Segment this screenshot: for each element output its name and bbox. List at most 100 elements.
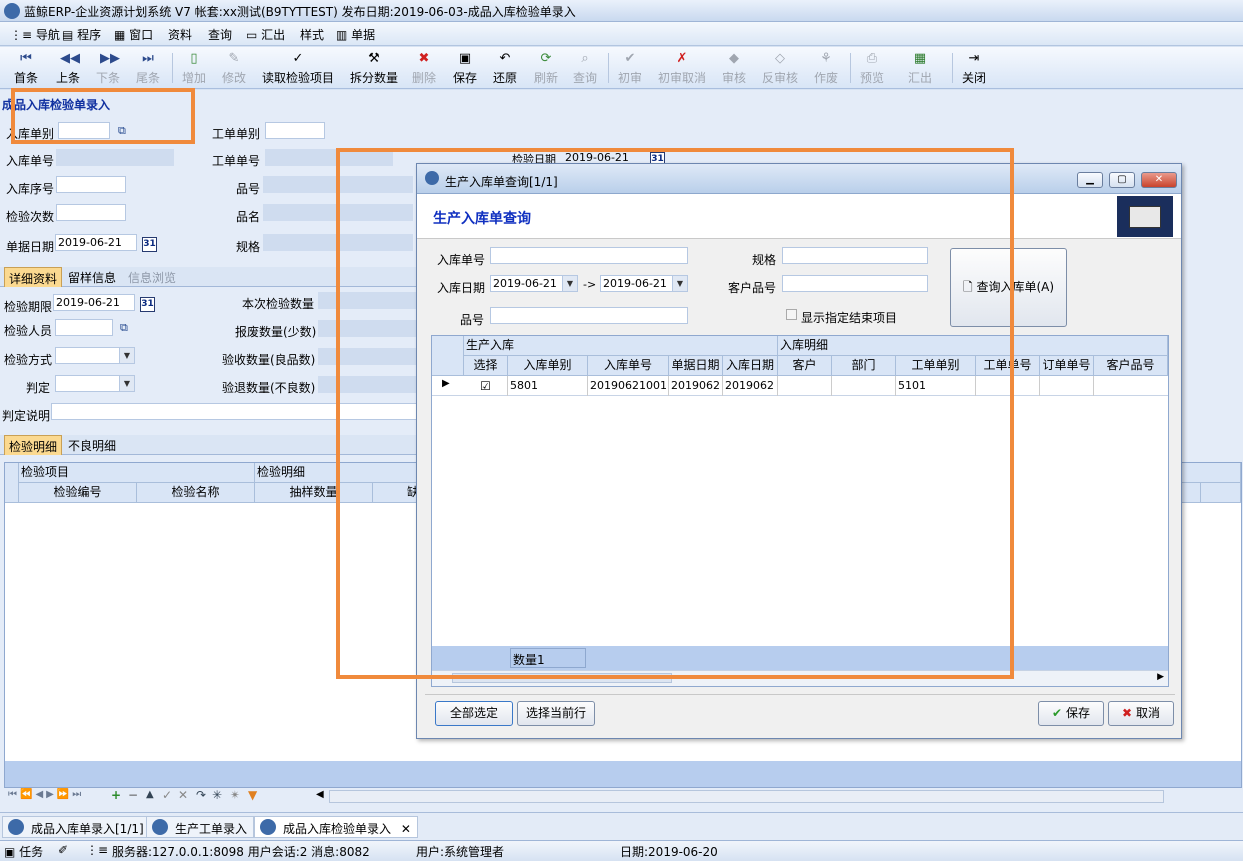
unaudit-button[interactable]: ◇ 反审核 [762,51,798,86]
refresh-button[interactable]: ⟳ 刷新 [534,51,558,86]
grid-header[interactable]: 检验名称 [137,483,255,503]
menu-export[interactable]: ▭ 汇出 [246,26,285,43]
task-in-entry[interactable]: 成品入库单录入[1/1] [2,816,151,838]
grid-header[interactable]: 客户品号 [1094,356,1168,376]
menu-style[interactable]: 样式 [300,26,324,43]
menu-bar: ⋮≡ 导航 ▤ 程序 ▦ 窗口 资料 查询 ▭ 汇出 样式 ▥ 单据 [0,22,1243,46]
chevron-down-icon[interactable]: ▼ [119,376,134,391]
void-button[interactable]: ⚘ 作废 [814,51,838,86]
read-items-icon: ✓ [292,51,304,66]
prev-record-button[interactable]: ◀◀ 上条 [56,51,80,86]
close-icon[interactable]: ✕ [1141,172,1177,188]
maximize-button[interactable]: ▢ [1109,172,1135,188]
calendar-icon[interactable]: 31 [142,237,157,252]
cell-order-no [1040,376,1094,396]
menu-window[interactable]: ▦ 窗口 [114,26,153,43]
inspector-field[interactable] [55,319,113,336]
menu-navigate[interactable]: ⋮≡ 导航 [10,26,60,43]
dialog-save-button[interactable]: ✔ 保存 [1038,701,1104,726]
last-record-button[interactable]: ⏭ 尾条 [136,51,160,86]
add-button[interactable]: ▯ 增加 [182,51,206,86]
task-work-entry[interactable]: 生产工单录入 [146,816,255,838]
method-select[interactable]: ▼ [55,347,135,364]
grid-header[interactable]: 订单单号 [1040,356,1094,376]
nav-filter-icon[interactable]: ▼ [248,788,257,802]
first-review-cancel-button[interactable]: ✗ 初审取消 [658,51,706,86]
chevron-down-icon[interactable]: ▼ [119,348,134,363]
split-qty-button[interactable]: ⚒ 拆分数量 [350,51,398,86]
task-button[interactable]: ▣ 任务 [4,843,43,860]
query-icon: ⌕ [581,51,589,66]
save-button[interactable]: ▣ 保存 [453,51,477,86]
part-no-label: 品号 [236,182,261,196]
deadline-field[interactable]: 2019-06-21 [53,294,135,311]
scroll-right-icon[interactable]: ▶ [1157,672,1164,682]
printer-icon: ⎙ [866,51,878,66]
delete-icon: ✖ [418,51,430,66]
close-icon[interactable]: ✕ [401,822,411,836]
scroll-left-icon[interactable]: ◀ [316,789,324,800]
restore-button[interactable]: ↶ 还原 [493,51,517,86]
select-all-button[interactable]: 全部选定 [435,701,513,726]
audit-button[interactable]: ◆ 审核 [722,51,746,86]
refresh-icon: ⟳ [540,51,552,66]
edit-button[interactable]: ✎ 修改 [222,51,246,86]
menu-document[interactable]: ▥ 单据 [336,26,375,43]
h-scrollbar[interactable] [329,790,1164,803]
minimize-button[interactable]: ▁ [1077,172,1103,188]
grid-group-items: 检验项目 [19,463,255,483]
last-record-icon: ⏭ [142,51,154,66]
nav-add-icon[interactable]: + [111,788,121,802]
nav-cancel-icon[interactable]: ✕ [178,788,188,802]
tab-defect-detail[interactable]: 不良明细 [64,435,120,455]
highlight-box [11,88,195,144]
next-record-icon: ▶▶ [100,51,120,66]
status-bar: ▣ 任务 ✐ ⋮≡ 服务器:127.0.0.1:8098 用户会话:2 消息:8… [0,840,1243,861]
calendar-icon[interactable]: 31 [140,297,155,312]
excel-icon: ▦ [913,51,927,66]
first-review-button[interactable]: ✔ 初审 [618,51,642,86]
menu-program[interactable]: ▤ 程序 [62,26,101,43]
tab-detail[interactable]: 详细资料 [4,267,63,287]
next-record-button[interactable]: ▶▶ 下条 [96,51,120,86]
nav-arrows-icon[interactable]: ⏮⏪◀▶⏩⏭ [8,789,84,800]
delete-button[interactable]: ✖ 删除 [412,51,436,86]
select-current-button[interactable]: 选择当前行 [517,701,595,726]
inspect-count-field[interactable] [56,204,126,221]
preview-button[interactable]: ⎙ 预览 [860,51,884,86]
close-button[interactable]: ⇥ 关闭 [962,51,986,86]
nav-star2-icon[interactable]: ✴ [230,788,240,802]
query-button[interactable]: ⌕ 查询 [573,51,597,86]
menu-query[interactable]: 查询 [208,26,232,43]
nav-star-icon[interactable]: ✳ [212,788,222,802]
close-door-icon: ⇥ [968,51,980,66]
menu-data[interactable]: 资料 [168,26,192,43]
task-inspect-entry[interactable]: 成品入库检验单录入 ✕ [254,816,418,838]
grid-header[interactable]: 检验编号 [19,483,137,503]
nav-refresh-icon[interactable]: ↷ [196,788,206,802]
toolbar: ⏮ 首条 ◀◀ 上条 ▶▶ 下条 ⏭ 尾条 ▯ 增加 ✎ 修改 ✓ 读取检验项目 ⚒ 拆分数量 … [0,47,1243,89]
dialog-cancel-button[interactable]: ✖ 取消 [1108,701,1174,726]
first-record-button[interactable]: ⏮ 首条 [14,51,38,86]
list-icon[interactable]: ⋮≡ [86,843,108,857]
in-seq-field[interactable] [56,176,126,193]
lookup-icon[interactable]: ⧉ [120,321,128,335]
void-icon: ⚘ [820,51,832,66]
tab-sample[interactable]: 留样信息 [64,267,120,287]
cell-cust-part [1094,376,1168,396]
tab-inspect-detail[interactable]: 检验明细 [4,435,63,455]
work-type-field[interactable] [265,122,325,139]
highlight-box [336,148,1014,679]
in-no-field[interactable] [56,149,174,166]
nav-delete-icon[interactable]: − [128,788,138,802]
nav-post-icon[interactable]: ✓ [162,788,172,802]
edit-icon: ✎ [228,51,240,66]
nav-up-icon[interactable]: ▲ [146,789,154,800]
export-button[interactable]: ▦ 汇出 [908,51,932,86]
judge-select[interactable]: ▼ [55,375,135,392]
tool-icon[interactable]: ✐ [58,843,68,857]
grid-footer [5,761,1241,787]
tab-browse[interactable]: 信息浏览 [124,267,180,287]
doc-date-field[interactable]: 2019-06-21 [55,234,137,251]
read-items-button[interactable]: ✓ 读取检验项目 [262,51,334,86]
